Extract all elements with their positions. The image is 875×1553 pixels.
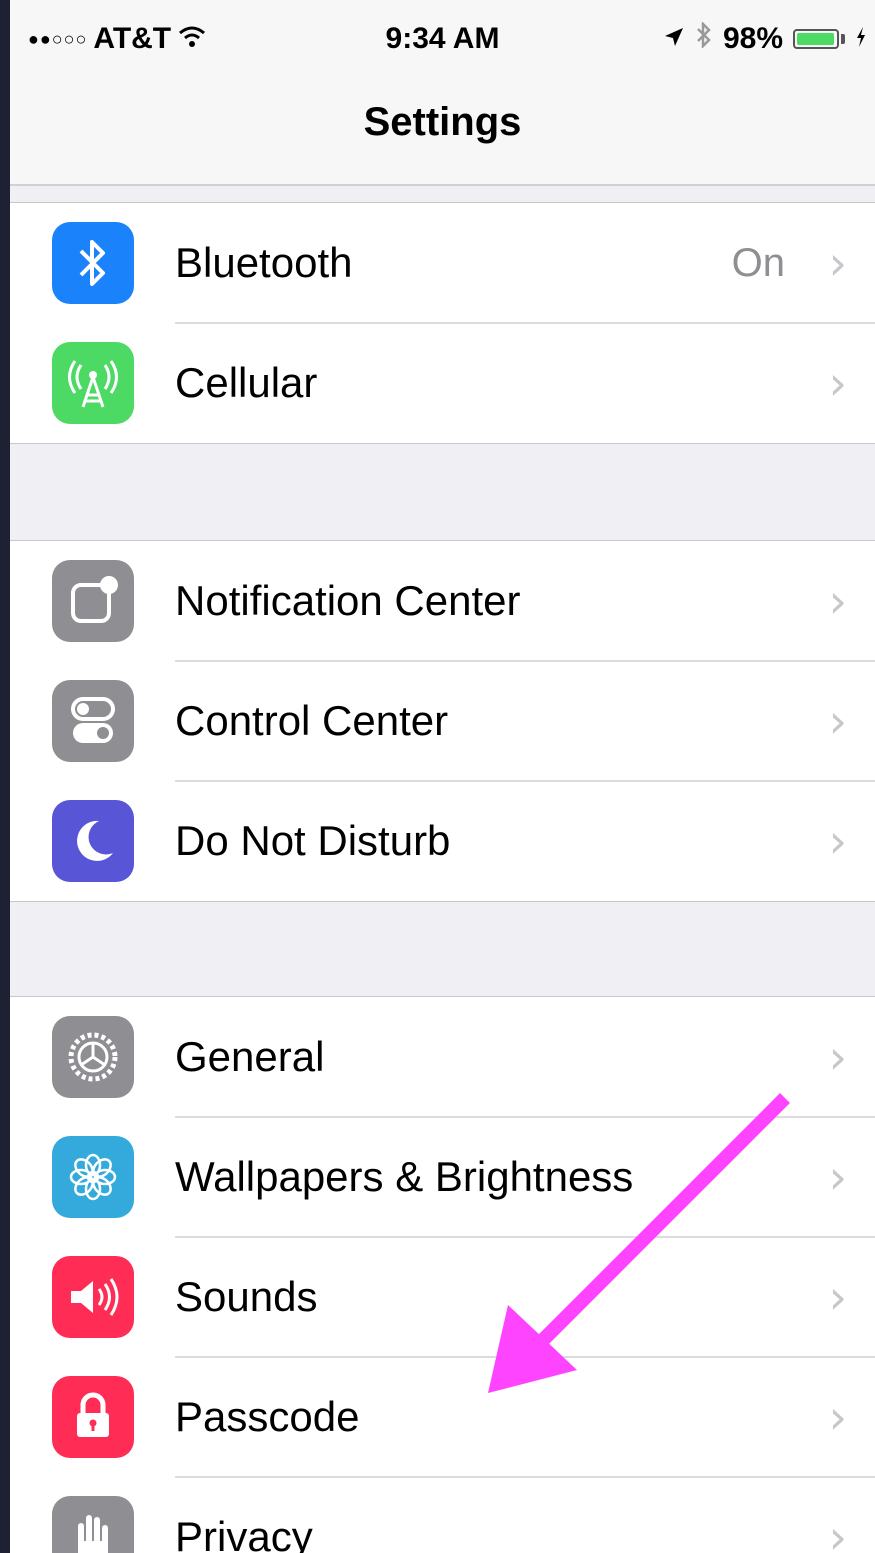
chevron-right-icon: › xyxy=(828,574,847,628)
chevron-right-icon: › xyxy=(828,1510,847,1553)
row-label: Wallpapers & Brightness xyxy=(175,1153,634,1200)
battery-tip xyxy=(841,34,845,44)
row-label: General xyxy=(175,1033,325,1080)
status-bar: ●●○○○ AT&T 9:34 AM 98% xyxy=(10,0,875,80)
bluetooth-icon xyxy=(52,222,134,304)
bluetooth-status-value: On xyxy=(731,241,785,285)
settings-row-sounds[interactable]: Sounds › xyxy=(10,1236,875,1357)
settings-row-cellular[interactable]: Cellular › xyxy=(10,322,875,443)
speaker-icon xyxy=(52,1256,134,1338)
chevron-right-icon: › xyxy=(828,1270,847,1324)
row-label: Privacy xyxy=(175,1513,313,1553)
battery-percent: 98% xyxy=(722,22,783,55)
gear-icon xyxy=(52,1016,134,1098)
settings-row-passcode[interactable]: Passcode › xyxy=(10,1356,875,1477)
navigation-bar: Settings xyxy=(10,80,875,186)
hand-icon xyxy=(52,1496,134,1553)
settings-row-control-center[interactable]: Control Center › xyxy=(10,660,875,781)
settings-row-wallpapers-brightness[interactable]: Wallpapers & Brightness › xyxy=(10,1116,875,1237)
settings-row-do-not-disturb[interactable]: Do Not Disturb › xyxy=(10,780,875,901)
battery-icon xyxy=(793,29,839,49)
settings-group-connectivity: Bluetooth On › Cellular › xyxy=(10,202,875,444)
charging-icon xyxy=(855,22,867,56)
row-label: Bluetooth xyxy=(175,239,353,286)
row-label: Notification Center xyxy=(175,577,521,624)
notification-center-icon xyxy=(52,560,134,642)
bluetooth-status-icon xyxy=(695,20,713,56)
settings-group-device: General › Wallpapers & Brightness › Soun… xyxy=(10,996,875,1553)
chevron-right-icon: › xyxy=(828,1150,847,1204)
settings-group-notifications: Notification Center › Control Center › D… xyxy=(10,540,875,902)
row-label: Cellular xyxy=(175,359,318,406)
chevron-right-icon: › xyxy=(828,356,847,410)
chevron-right-icon: › xyxy=(828,814,847,868)
row-label: Do Not Disturb xyxy=(175,817,451,864)
chevron-right-icon: › xyxy=(828,1030,847,1084)
page-title: Settings xyxy=(363,100,522,144)
flower-icon xyxy=(52,1136,134,1218)
chevron-right-icon: › xyxy=(828,236,847,290)
chevron-right-icon: › xyxy=(828,694,847,748)
settings-screen: ●●○○○ AT&T 9:34 AM 98% Settings Bluetoot… xyxy=(10,0,875,1553)
row-label: Passcode xyxy=(175,1393,360,1440)
location-arrow-icon xyxy=(663,22,685,56)
moon-icon xyxy=(52,800,134,882)
cellular-antenna-icon xyxy=(52,342,134,424)
lock-icon xyxy=(52,1376,134,1458)
settings-row-general[interactable]: General › xyxy=(10,997,875,1117)
row-label: Control Center xyxy=(175,697,449,744)
control-center-toggles-icon xyxy=(52,680,134,762)
settings-row-privacy[interactable]: Privacy › xyxy=(10,1476,875,1553)
row-label: Sounds xyxy=(175,1273,318,1320)
chevron-right-icon: › xyxy=(828,1390,847,1444)
settings-row-notification-center[interactable]: Notification Center › xyxy=(10,541,875,661)
settings-row-bluetooth[interactable]: Bluetooth On › xyxy=(10,203,875,323)
